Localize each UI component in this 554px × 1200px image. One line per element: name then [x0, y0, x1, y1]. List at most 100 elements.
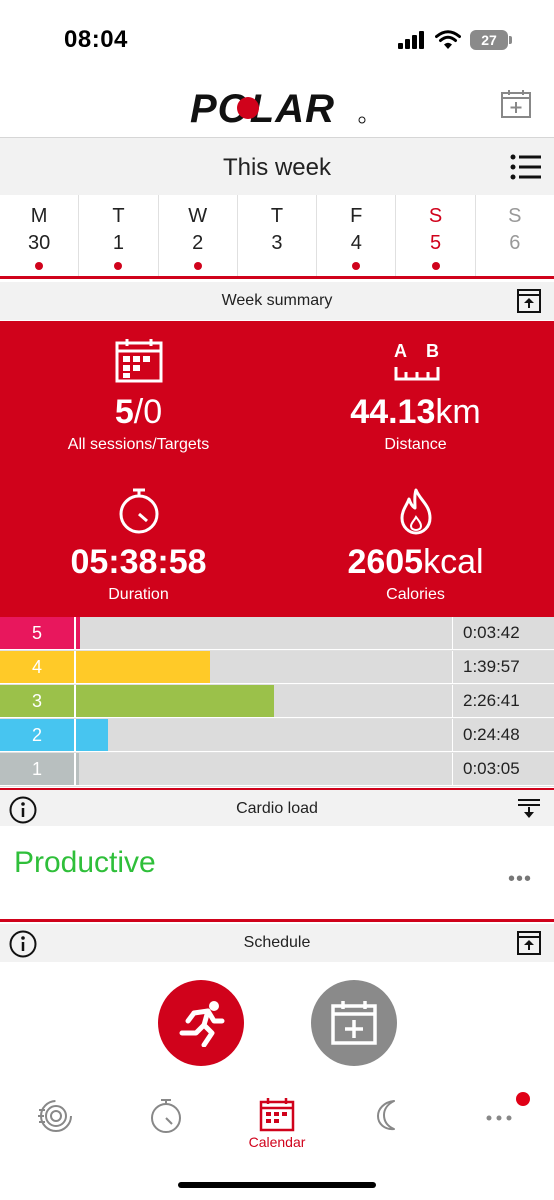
schedule-title: Schedule	[243, 934, 311, 951]
app-header: POLAR	[0, 80, 554, 136]
week-header: This week	[0, 137, 554, 195]
day-letter: W	[188, 205, 208, 227]
schedule-header[interactable]: Schedule	[0, 924, 554, 962]
calendar-grid-icon	[115, 339, 162, 383]
nav-more[interactable]	[443, 1084, 554, 1164]
day-sunday[interactable]: S 6	[476, 195, 554, 276]
calendar-plus-icon[interactable]	[500, 88, 532, 120]
nav-sleep[interactable]	[332, 1084, 443, 1164]
list-view-icon[interactable]	[510, 152, 542, 182]
status-bar: 08:04 27	[0, 0, 554, 80]
zone-label: 5	[0, 617, 74, 649]
status-icons: 27	[398, 30, 512, 50]
start-training-button[interactable]	[158, 980, 244, 1066]
battery-icon: 27	[470, 30, 512, 50]
session-dot	[193, 262, 202, 270]
day-wednesday[interactable]: W 2	[159, 195, 238, 276]
zone-bar	[74, 685, 274, 717]
distance-value: 44.13km	[350, 393, 481, 431]
zone-label: 2	[0, 719, 74, 751]
duration-stat: 05:38:58 Duration	[0, 487, 277, 604]
add-to-plan-button[interactable]	[311, 980, 397, 1066]
week-days: M 30 T 1 W 2 T 3 F 4 S 5 S 6	[0, 195, 554, 279]
cardio-load-header[interactable]: Cardio load	[0, 788, 554, 826]
day-letter: M	[30, 205, 48, 227]
calories-value: 2605kcal	[347, 543, 484, 581]
session-dot	[352, 262, 361, 270]
day-tuesday[interactable]: T 1	[79, 195, 159, 276]
heart-rate-zones: 5 0:03:42 4 1:39:57 3 2:26:41 2 0:24:48 …	[0, 617, 554, 787]
zone-divider	[74, 685, 76, 717]
day-thursday[interactable]: T 3	[238, 195, 318, 276]
sessions-value: 5/0	[114, 393, 163, 431]
expand-icon[interactable]	[516, 796, 542, 822]
status-time: 08:04	[64, 26, 128, 53]
zone-time: 2:26:41	[452, 685, 554, 717]
day-letter: F	[350, 205, 363, 227]
day-letter: T	[270, 205, 284, 227]
zone-row: 2 0:24:48	[0, 719, 554, 752]
nav-label: Calendar	[248, 1134, 306, 1150]
wifi-icon	[435, 30, 461, 49]
distance-label: Distance	[384, 436, 447, 453]
zone-divider	[74, 651, 76, 683]
day-number: 6	[509, 232, 521, 254]
zone-time: 0:03:05	[452, 753, 554, 785]
more-options-icon[interactable]: •••	[508, 868, 532, 891]
zone-label: 3	[0, 685, 74, 717]
nav-calendar[interactable]: Calendar	[222, 1084, 333, 1164]
zone-time: 0:24:48	[452, 719, 554, 751]
cardio-load-title: Cardio load	[236, 800, 318, 817]
nav-activity[interactable]	[0, 1084, 111, 1164]
week-summary-header[interactable]: Week summary	[0, 282, 554, 320]
day-letter: S	[428, 205, 443, 227]
cardio-load-status[interactable]: Productive •••	[0, 832, 554, 922]
nav-training[interactable]	[111, 1084, 222, 1164]
day-letter: S	[508, 205, 522, 227]
more-icon	[486, 1115, 512, 1121]
calendar-plus-icon	[331, 1001, 377, 1045]
home-indicator	[178, 1182, 376, 1188]
zone-label: 1	[0, 753, 74, 785]
zone-row: 5 0:03:42	[0, 617, 554, 650]
week-summary-panel: 5/0 All sessions/Targets A B 44.13km Dis…	[0, 321, 554, 617]
collapse-icon[interactable]	[516, 930, 542, 956]
day-letter: T	[112, 205, 125, 227]
zone-time: 0:03:42	[452, 617, 554, 649]
duration-label: Duration	[108, 586, 169, 603]
zone-divider	[74, 719, 76, 751]
zone-bar	[74, 719, 108, 751]
svg-text:B: B	[426, 341, 439, 361]
day-monday[interactable]: M 30	[0, 195, 80, 276]
zone-bar	[74, 651, 210, 683]
zone-label: 4	[0, 651, 74, 683]
bottom-nav: Calendar	[0, 1084, 554, 1164]
zone-time: 1:39:57	[452, 651, 554, 683]
svg-text:A: A	[394, 341, 407, 361]
collapse-icon[interactable]	[516, 288, 542, 314]
day-number: 30	[28, 232, 51, 254]
zone-divider	[74, 753, 76, 785]
week-title: This week	[222, 154, 332, 181]
day-number: 2	[192, 232, 204, 254]
duration-value: 05:38:58	[70, 543, 207, 581]
sessions-label: All sessions/Targets	[67, 436, 210, 453]
distance-ab-icon: A B	[394, 341, 439, 381]
polar-logo: POLAR	[190, 87, 366, 130]
day-number: 1	[112, 232, 124, 254]
running-icon	[179, 1001, 225, 1047]
day-number: 4	[350, 232, 362, 254]
session-dot	[35, 262, 44, 270]
day-number: 3	[271, 232, 283, 254]
calories-stat: 2605kcal Calories	[277, 487, 554, 604]
moon-icon	[376, 1100, 395, 1131]
brand-text: POLAR	[190, 87, 335, 130]
zone-row: 1 0:03:05	[0, 753, 554, 786]
stopwatch-icon	[151, 1099, 182, 1133]
day-friday[interactable]: F 4	[317, 195, 397, 276]
day-number: 5	[429, 232, 442, 254]
day-saturday[interactable]: S 5	[396, 195, 476, 276]
zone-divider	[74, 617, 76, 649]
cellular-signal-icon	[398, 31, 424, 49]
week-summary-title: Week summary	[221, 292, 333, 309]
